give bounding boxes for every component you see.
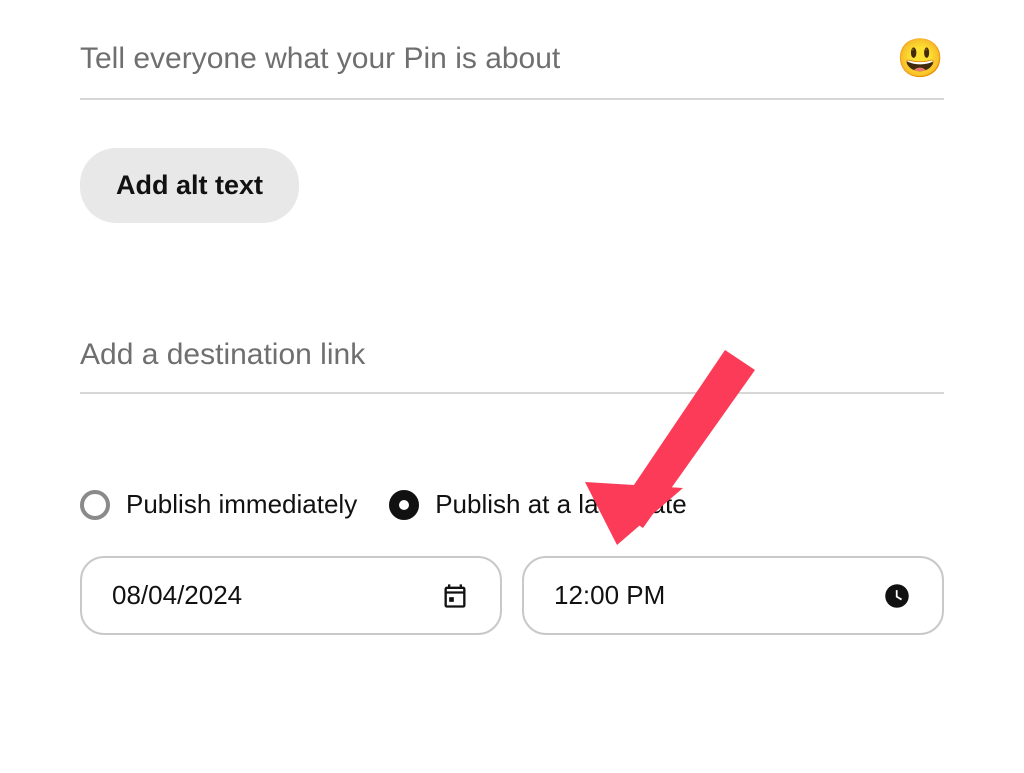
emoji-picker-button[interactable]: 😃 bbox=[897, 40, 944, 78]
time-value: 12:00 PM bbox=[554, 580, 665, 611]
description-input[interactable] bbox=[80, 42, 897, 76]
calendar-icon bbox=[440, 581, 470, 611]
add-alt-text-button[interactable]: Add alt text bbox=[80, 148, 299, 223]
radio-icon-selected bbox=[389, 490, 419, 520]
radio-icon bbox=[80, 490, 110, 520]
time-picker-field[interactable]: 12:00 PM bbox=[522, 556, 944, 635]
publish-immediately-radio[interactable]: Publish immediately bbox=[80, 489, 357, 520]
radio-label: Publish immediately bbox=[126, 489, 357, 520]
spacer bbox=[80, 223, 944, 338]
clock-icon bbox=[882, 581, 912, 611]
description-row: 😃 bbox=[80, 40, 944, 100]
radio-label: Publish at a later date bbox=[435, 489, 687, 520]
publish-later-radio[interactable]: Publish at a later date bbox=[389, 489, 687, 520]
destination-link-row bbox=[80, 338, 944, 394]
publish-timing-radios: Publish immediately Publish at a later d… bbox=[80, 489, 944, 520]
date-picker-field[interactable]: 08/04/2024 bbox=[80, 556, 502, 635]
destination-link-input[interactable] bbox=[80, 338, 944, 372]
schedule-datetime-row: 08/04/2024 12:00 PM bbox=[80, 556, 944, 635]
date-value: 08/04/2024 bbox=[112, 580, 242, 611]
